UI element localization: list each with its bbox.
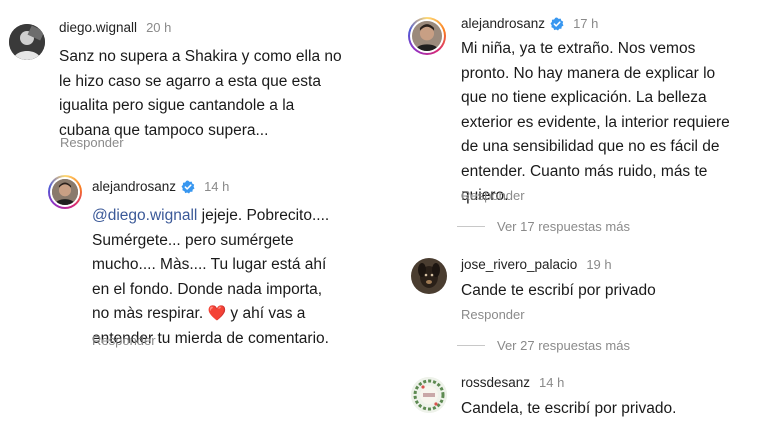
avatar-image (411, 258, 447, 294)
story-ring[interactable] (408, 17, 446, 55)
timestamp: 19 h (586, 257, 612, 272)
comment-line-text: y ahí vas a (226, 305, 306, 322)
comment-text: Candela, te escribí por privado. (461, 397, 676, 422)
avatar-image (412, 21, 442, 51)
comment-line: Sumérgete... pero sumérgete (92, 231, 294, 249)
comment-meta: diego.wignall 20 h (59, 20, 171, 35)
comment-meta: alejandrosanz 14 h (92, 179, 229, 194)
story-ring[interactable] (48, 175, 82, 209)
comment-line: Cande te escribí por privado (461, 282, 656, 299)
comment-line: exterior es evidente, la interior requie… (461, 113, 730, 131)
comment-meta: rossdesanz 14 h (461, 375, 564, 390)
timestamp: 14 h (204, 179, 230, 194)
username[interactable]: alejandrosanz (461, 16, 545, 31)
comment-text: @diego.wignall jejeje. Pobrecito.... Sum… (92, 204, 329, 351)
view-more-replies[interactable]: Ver 27 respuestas más (457, 338, 630, 353)
comment-line: que no tiene explicación. La belleza (461, 89, 707, 106)
avatar[interactable] (9, 24, 45, 60)
comment-line: pronto. No hay manera de explicar lo (461, 64, 716, 82)
verified-badge-icon (181, 180, 195, 194)
comment-line: en el fondo. Donde nada importa, (92, 280, 323, 298)
view-more-replies-label: Ver 27 respuestas más (497, 338, 630, 353)
comment-line: Mi niña, ya te extraño. Nos vemos (461, 40, 696, 57)
reply-button[interactable]: Responder (461, 188, 525, 203)
username[interactable]: alejandrosanz (92, 179, 176, 194)
comment-line: mucho.... Màs.... Tu lugar está ahí (92, 256, 327, 273)
reply-button[interactable]: Responder (60, 135, 124, 150)
mention-link[interactable]: @diego.wignall (92, 207, 197, 224)
left-screenshot-panel: diego.wignall 20 h Sanz no supera a Shak… (0, 0, 392, 428)
comment-line: le hizo caso se agarro a esta que esta (59, 72, 321, 90)
divider (457, 226, 485, 227)
verified-badge-icon (550, 17, 564, 31)
view-more-replies[interactable]: Ver 17 respuestas más (457, 219, 630, 234)
comment-line: igualita pero sigue cantandole a la (59, 97, 295, 114)
avatar[interactable] (411, 377, 447, 413)
comment-meta: jose_rivero_palacio 19 h (461, 257, 612, 272)
heart-emoji-icon: ❤️ (207, 305, 227, 322)
comment-text: Cande te escribí por privado (461, 279, 656, 304)
avatar[interactable] (411, 258, 447, 294)
reply-button[interactable]: Responder (92, 333, 156, 348)
reply-button[interactable]: Responder (461, 307, 525, 322)
comment-line: de una sensibilidad que no es fácil de (461, 138, 720, 155)
comment-line: no màs respirar. ❤️ y ahí vas a (92, 302, 329, 327)
comment-line-text: no màs respirar. (92, 305, 208, 322)
comment-meta: alejandrosanz 17 h (461, 16, 598, 31)
right-screenshot-panel: alejandrosanz 17 h Mi niña, ya te extrañ… (396, 0, 760, 428)
comment-line: @diego.wignall jejeje. Pobrecito.... (92, 204, 329, 229)
username[interactable]: rossdesanz (461, 375, 530, 390)
timestamp: 17 h (573, 16, 599, 31)
username[interactable]: jose_rivero_palacio (461, 257, 577, 272)
avatar-image (9, 24, 45, 60)
comment-line-text: jejeje. Pobrecito.... (197, 207, 330, 224)
comment-text: Sanz no supera a Shakira y como ella no … (59, 45, 342, 143)
comment-line: entender. Cuanto más ruido, más te (461, 162, 708, 180)
comment-text: Mi niña, ya te extraño. Nos vemos pronto… (461, 37, 730, 209)
comment-line: Sanz no supera a Shakira y como ella no (59, 48, 342, 65)
avatar-image (411, 377, 447, 413)
username[interactable]: diego.wignall (59, 20, 137, 35)
avatar (412, 21, 442, 51)
timestamp: 20 h (146, 20, 172, 35)
view-more-replies-label: Ver 17 respuestas más (497, 219, 630, 234)
comment-line: Candela, te escribí por privado. (461, 400, 677, 417)
divider (457, 345, 485, 346)
timestamp: 14 h (539, 375, 565, 390)
avatar-image (52, 179, 78, 205)
avatar (52, 179, 78, 205)
